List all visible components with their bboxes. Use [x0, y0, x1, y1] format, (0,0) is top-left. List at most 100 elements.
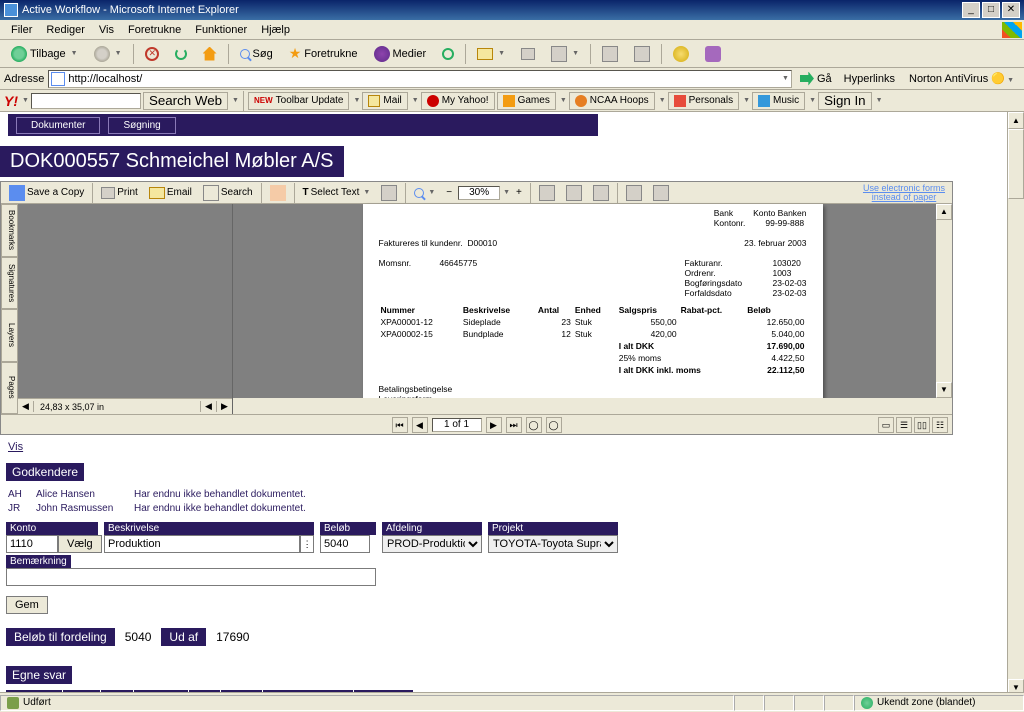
- allocation-form: Konto Vælg Beskrivelse ⋮ Beløb Afdeling …: [6, 522, 1001, 553]
- view-cont-facing[interactable]: ☷: [932, 417, 948, 433]
- favorites-button[interactable]: ★Foretrukne: [282, 43, 365, 65]
- home-button[interactable]: [196, 43, 224, 65]
- konto-input[interactable]: [6, 535, 58, 553]
- pdf-hand-tool[interactable]: [265, 184, 291, 202]
- norton-button[interactable]: Norton AntiVirus 🟡▼: [903, 70, 1020, 87]
- pager-prev[interactable]: ◀: [412, 417, 428, 433]
- yahoo-search-input[interactable]: [31, 93, 141, 109]
- pdf-snapshot-tool[interactable]: [376, 184, 402, 202]
- mail-button[interactable]: ▼: [470, 43, 512, 65]
- go-button[interactable]: Gå: [796, 72, 836, 86]
- view-continuous[interactable]: ☰: [896, 417, 912, 433]
- pdf-promo-link[interactable]: Use electronic formsinstead of paper: [859, 184, 949, 202]
- pdf-tab-bookmarks[interactable]: Bookmarks: [1, 204, 18, 257]
- pdf-horizontal-scrollbar[interactable]: [233, 398, 936, 414]
- distribution-row: Beløb til fordeling 5040 Ud af 17690: [6, 628, 1001, 646]
- history-button[interactable]: [435, 43, 461, 65]
- tool-button-2[interactable]: [698, 43, 728, 65]
- nav-hscroll-left[interactable]: ◀: [200, 401, 216, 412]
- collapse-icon[interactable]: ◀: [18, 401, 34, 412]
- tab-sogning[interactable]: Søgning: [108, 117, 175, 134]
- pdf-nav-panel: ◀ 24,83 x 35,07 in ◀ ▶: [18, 204, 233, 414]
- pdf-zoom-in[interactable]: ▼: [409, 184, 440, 202]
- chevron-down-icon[interactable]: ▼: [782, 75, 789, 82]
- vertical-scrollbar[interactable]: ▲ ▼: [1007, 112, 1024, 696]
- pdf-print-button[interactable]: Print: [96, 184, 143, 202]
- pdf-select-text[interactable]: T Select Text▼: [298, 184, 376, 202]
- media-button[interactable]: Medier: [367, 43, 434, 65]
- pdf-tab-pages[interactable]: Pages: [1, 362, 18, 415]
- discuss-button[interactable]: [595, 43, 625, 65]
- menu-vis[interactable]: Vis: [92, 22, 121, 38]
- pdf-fit-width[interactable]: [561, 184, 587, 202]
- pdf-picture[interactable]: [648, 184, 674, 202]
- pager-first[interactable]: ⏮: [392, 417, 408, 433]
- yahoo-mail[interactable]: Mail: [362, 92, 407, 110]
- pdf-tab-layers[interactable]: Layers: [1, 309, 18, 362]
- stop-button[interactable]: [138, 43, 166, 65]
- print-button[interactable]: [514, 43, 542, 65]
- search-button[interactable]: Søg: [233, 43, 280, 65]
- projekt-select[interactable]: TOYOTA-Toyota Supra 3.0: [488, 535, 618, 553]
- view-facing[interactable]: ▯▯: [914, 417, 930, 433]
- tool-icon: [634, 46, 650, 62]
- maximize-button[interactable]: □: [982, 2, 1000, 18]
- yahoo-personals[interactable]: Personals: [668, 92, 739, 110]
- pager-fwd-view[interactable]: ◯: [546, 417, 562, 433]
- yahoo-search-button[interactable]: Search Web: [143, 92, 228, 110]
- pager-back-view[interactable]: ◯: [526, 417, 542, 433]
- yahoo-logo-icon[interactable]: Y!: [4, 93, 18, 109]
- pdf-vertical-scrollbar[interactable]: ▲ ▼: [936, 204, 952, 414]
- scroll-thumb[interactable]: [1008, 129, 1024, 199]
- scroll-up-button[interactable]: ▲: [1008, 112, 1024, 129]
- pdf-ebook[interactable]: [621, 184, 647, 202]
- pdf-zoom-input[interactable]: [458, 186, 500, 200]
- vis-link[interactable]: Vis: [8, 441, 23, 453]
- view-single[interactable]: ▭: [878, 417, 894, 433]
- menu-hjaelp[interactable]: Hjælp: [254, 22, 297, 38]
- menu-rediger[interactable]: Rediger: [39, 22, 92, 38]
- close-button[interactable]: ✕: [1002, 2, 1020, 18]
- pager-next[interactable]: ▶: [486, 417, 502, 433]
- beskrivelse-input[interactable]: [104, 535, 300, 553]
- url-input[interactable]: [65, 73, 780, 85]
- pdf-search-button[interactable]: Search: [198, 184, 258, 202]
- afdeling-select[interactable]: PROD-Produktion: [382, 535, 482, 553]
- yahoo-ncaa[interactable]: NCAA Hoops: [569, 92, 655, 110]
- minimize-button[interactable]: _: [962, 2, 980, 18]
- approver-row: JRJohn RasmussenHar endnu ikke behandlet…: [8, 503, 999, 514]
- address-field[interactable]: ▼: [48, 70, 792, 88]
- nav-hscroll-right[interactable]: ▶: [216, 401, 232, 412]
- yahoo-games[interactable]: Games: [497, 92, 556, 110]
- pdf-tab-signatures[interactable]: Signatures: [1, 257, 18, 310]
- tab-dokumenter[interactable]: Dokumenter: [16, 117, 100, 134]
- pdf-zoom-plus[interactable]: +: [511, 184, 527, 202]
- pdf-rotate[interactable]: [588, 184, 614, 202]
- pager-input[interactable]: [432, 418, 482, 432]
- yahoo-toolbar-update[interactable]: NEW Toolbar Update: [248, 92, 350, 110]
- yahoo-myyahoo[interactable]: My Yahoo!: [421, 92, 495, 110]
- pdf-save-button[interactable]: Save a Copy: [4, 184, 89, 202]
- pdf-fit-page[interactable]: [534, 184, 560, 202]
- refresh-button[interactable]: [168, 43, 194, 65]
- belob-input[interactable]: [320, 535, 370, 553]
- menu-funktioner[interactable]: Funktioner: [188, 22, 254, 38]
- forward-button[interactable]: ▼: [87, 43, 129, 65]
- yahoo-signin[interactable]: Sign In: [818, 92, 872, 110]
- pager-last[interactable]: ⏭: [506, 417, 522, 433]
- menu-filer[interactable]: Filer: [4, 22, 39, 38]
- lookup-icon[interactable]: ⋮: [300, 535, 314, 553]
- bemaerkning-input[interactable]: [6, 568, 376, 586]
- tool-button-1[interactable]: [627, 43, 657, 65]
- menu-foretrukne[interactable]: Foretrukne: [121, 22, 188, 38]
- pdf-page-area[interactable]: BankKonto Banken Kontonr.99-99-888 Faktu…: [233, 204, 952, 414]
- messenger-button[interactable]: [666, 43, 696, 65]
- edit-button[interactable]: ▼: [544, 43, 586, 65]
- pdf-zoom-out[interactable]: −: [441, 184, 457, 202]
- approvers-list: AHAlice HansenHar endnu ikke behandlet d…: [8, 489, 999, 514]
- back-button[interactable]: Tilbage▼: [4, 43, 85, 65]
- vaelg-button[interactable]: Vælg: [58, 535, 102, 553]
- gem-button[interactable]: Gem: [6, 596, 48, 614]
- yahoo-music[interactable]: Music: [752, 92, 805, 110]
- pdf-email-button[interactable]: Email: [144, 184, 197, 202]
